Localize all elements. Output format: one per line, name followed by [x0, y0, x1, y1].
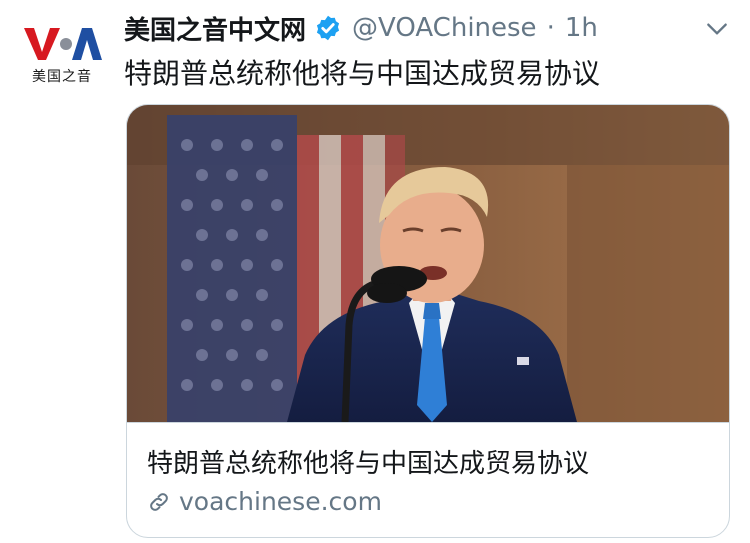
card-divider [127, 422, 729, 423]
separator-dot: · [546, 13, 555, 43]
verified-badge-icon [316, 15, 340, 41]
link-card[interactable]: 特朗普总统称他将与中国达成贸易协议 voachinese.com [126, 104, 730, 538]
avatar[interactable]: 美国之音 [20, 18, 104, 88]
link-icon [150, 492, 168, 511]
card-link-row[interactable]: voachinese.com [147, 487, 382, 516]
card-title[interactable]: 特朗普总统称他将与中国达成贸易协议 [147, 443, 589, 480]
tweet-header: 美国之音中文网 @VOAChinese · 1h [124, 8, 730, 48]
tweet-text: 特朗普总统称他将与中国达成贸易协议 [124, 57, 601, 90]
avatar-subtitle: 美国之音 [32, 69, 92, 85]
voa-logo [24, 28, 102, 60]
display-name[interactable]: 美国之音中文网 [124, 10, 306, 47]
card-image[interactable] [127, 105, 729, 422]
timestamp[interactable]: 1h [565, 13, 598, 43]
chevron-down-icon[interactable] [704, 16, 730, 42]
handle[interactable]: @VOAChinese [352, 13, 537, 43]
card-domain: voachinese.com [179, 487, 382, 516]
